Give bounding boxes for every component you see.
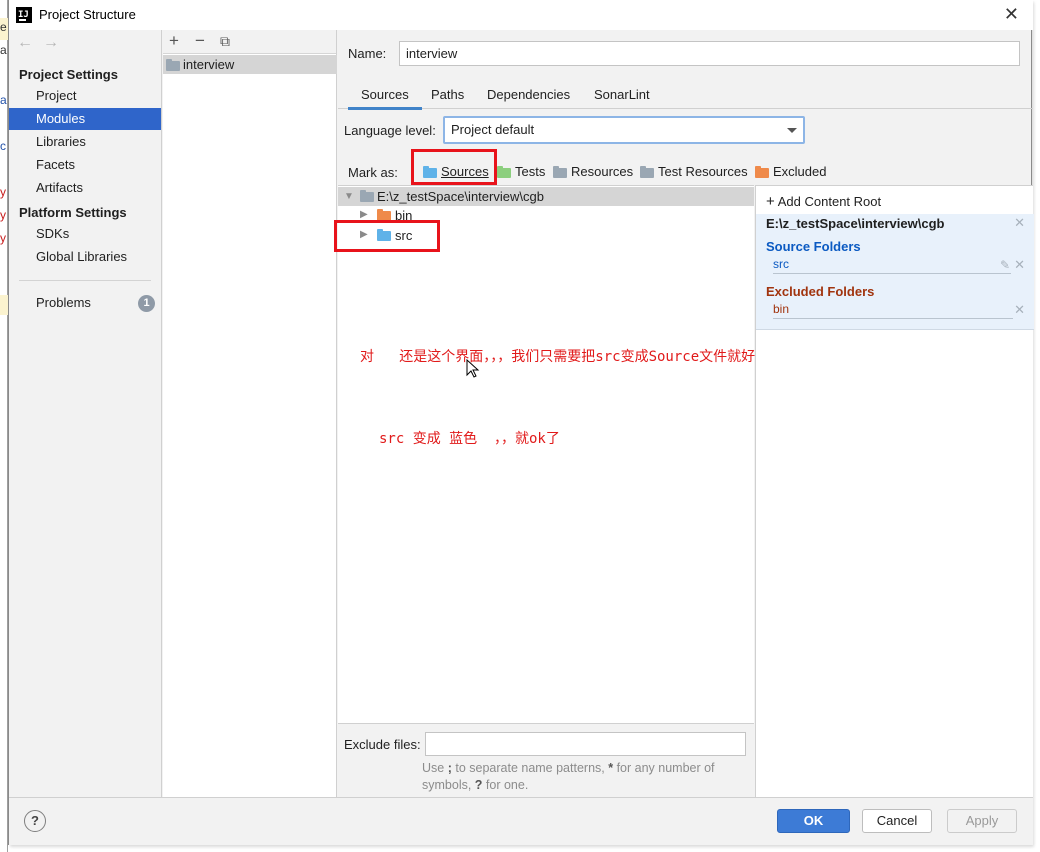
annotation-text-1: 对 还是这个界面，，，我们只需要把src变成Source文件就好了 xyxy=(360,349,770,365)
modules-panel: + − ⧉ interview xyxy=(163,30,337,797)
mark-as-excluded-button[interactable]: Excluded xyxy=(754,163,826,181)
dialog-title: Project Structure xyxy=(39,7,136,22)
close-icon[interactable]: ✕ xyxy=(1004,4,1019,25)
remove-root-icon[interactable]: ✕ xyxy=(1014,215,1025,231)
exclude-files-label: Exclude files: xyxy=(344,737,421,752)
tree-root-node[interactable]: ▼ E:\z_testSpace\interview\cgb xyxy=(338,187,754,206)
language-level-value: Project default xyxy=(451,122,535,137)
settings-sidebar: ← → Project Settings Project Modules Libr… xyxy=(9,30,162,797)
highlight-box-sources xyxy=(411,149,497,185)
remove-icon[interactable]: − xyxy=(195,31,205,51)
sidebar-divider xyxy=(19,280,151,281)
expanded-triangle-icon: ▼ xyxy=(344,191,354,202)
mouse-cursor-icon xyxy=(466,359,480,378)
chevron-down-icon xyxy=(787,128,797,133)
highlight-box-src xyxy=(334,220,440,252)
project-structure-dialog: IJ Project Structure ✕ ← → Project Settin… xyxy=(8,0,1034,845)
content-root-tree: ▼ E:\z_testSpace\interview\cgb ▶ bin ▶ s… xyxy=(338,185,769,723)
sidebar-item-libraries[interactable]: Libraries xyxy=(9,131,161,153)
mark-as-test-resources-button[interactable]: Test Resources xyxy=(639,163,748,181)
content-root-panel: E:\z_testSpace\interview\cgb ✕ Source Fo… xyxy=(756,214,1034,330)
intellij-logo-icon: IJ xyxy=(16,7,32,23)
test-resources-folder-icon xyxy=(640,166,654,178)
name-input[interactable] xyxy=(399,41,1020,66)
excluded-folder-icon xyxy=(755,166,769,178)
annotation-text-2: src 变成 蓝色 ，，就ok了 xyxy=(379,431,560,447)
history-nav: ← → xyxy=(17,34,69,52)
language-level-label: Language level: xyxy=(344,123,436,138)
module-tabs: Sources Paths Dependencies SonarLint xyxy=(338,82,1033,110)
problems-count-badge: 1 xyxy=(138,295,155,312)
tab-paths[interactable]: Paths xyxy=(431,87,464,102)
forward-arrow-icon[interactable]: → xyxy=(43,34,59,51)
tests-folder-icon xyxy=(497,166,511,178)
root-folder-icon xyxy=(360,190,374,202)
sidebar-item-sdks[interactable]: SDKs xyxy=(9,223,161,245)
language-level-dropdown[interactable]: Project default xyxy=(443,116,805,144)
help-button[interactable]: ? xyxy=(24,810,46,832)
content-roots-panel: + Add Content Root E:\z_testSpace\intervi… xyxy=(755,185,1034,797)
back-arrow-icon[interactable]: ← xyxy=(17,34,33,51)
source-folders-header: Source Folders xyxy=(766,239,861,254)
sidebar-item-modules[interactable]: Modules xyxy=(9,108,161,130)
plus-icon: + xyxy=(766,193,775,210)
collapsed-triangle-icon[interactable]: ▶ xyxy=(360,209,368,220)
sidebar-item-project[interactable]: Project xyxy=(9,85,161,107)
background-window-edge: e a a c y y y xyxy=(0,0,8,852)
sidebar-item-facets[interactable]: Facets xyxy=(9,154,161,176)
remove-source-folder-icon[interactable]: ✕ xyxy=(1014,257,1025,273)
content-root-path: E:\z_testSpace\interview\cgb xyxy=(766,216,945,231)
tab-sources[interactable]: Sources xyxy=(348,87,422,110)
exclude-files-input[interactable] xyxy=(425,732,746,756)
name-label: Name: xyxy=(348,46,387,61)
apply-button[interactable]: Apply xyxy=(947,809,1017,833)
sidebar-item-global-libraries[interactable]: Global Libraries xyxy=(9,246,161,268)
source-folder-entry: src xyxy=(773,257,1011,274)
tree-root-label: E:\z_testSpace\interview\cgb xyxy=(377,189,544,204)
mark-as-tests-button[interactable]: Tests xyxy=(496,163,545,181)
excluded-folders-header: Excluded Folders xyxy=(766,284,875,299)
modules-toolbar: + − ⧉ xyxy=(163,30,336,54)
remove-excluded-folder-icon[interactable]: ✕ xyxy=(1014,302,1025,318)
mark-as-resources-button[interactable]: Resources xyxy=(552,163,633,181)
project-settings-header: Project Settings xyxy=(19,67,118,82)
dialog-footer: ? OK Cancel Apply xyxy=(9,797,1033,845)
tab-sonarlint[interactable]: SonarLint xyxy=(594,87,650,102)
title-bar: IJ Project Structure ✕ xyxy=(9,0,1033,30)
module-item-interview[interactable]: interview xyxy=(163,55,337,74)
mark-as-label: Mark as: xyxy=(348,165,398,180)
module-detail: Name: Sources Paths Dependencies SonarLi… xyxy=(334,30,1034,797)
tab-dependencies[interactable]: Dependencies xyxy=(487,87,570,102)
platform-settings-header: Platform Settings xyxy=(19,205,127,220)
copy-icon[interactable]: ⧉ xyxy=(220,33,230,50)
resources-folder-icon xyxy=(553,166,567,178)
add-icon[interactable]: + xyxy=(169,31,179,51)
excluded-folder-entry: bin xyxy=(773,302,1013,319)
exclude-files-hint: Use ; to separate name patterns, * for a… xyxy=(422,761,715,792)
module-label: interview xyxy=(183,57,235,72)
exclude-files-area: Exclude files: Use ; to separate name pa… xyxy=(338,723,754,797)
add-content-root-button[interactable]: + Add Content Root xyxy=(766,193,881,210)
cancel-button[interactable]: Cancel xyxy=(862,809,932,833)
pencil-icon[interactable]: ✎ xyxy=(1000,258,1010,272)
ok-button[interactable]: OK xyxy=(777,809,850,833)
sidebar-item-artifacts[interactable]: Artifacts xyxy=(9,177,161,199)
module-folder-icon xyxy=(166,59,180,71)
